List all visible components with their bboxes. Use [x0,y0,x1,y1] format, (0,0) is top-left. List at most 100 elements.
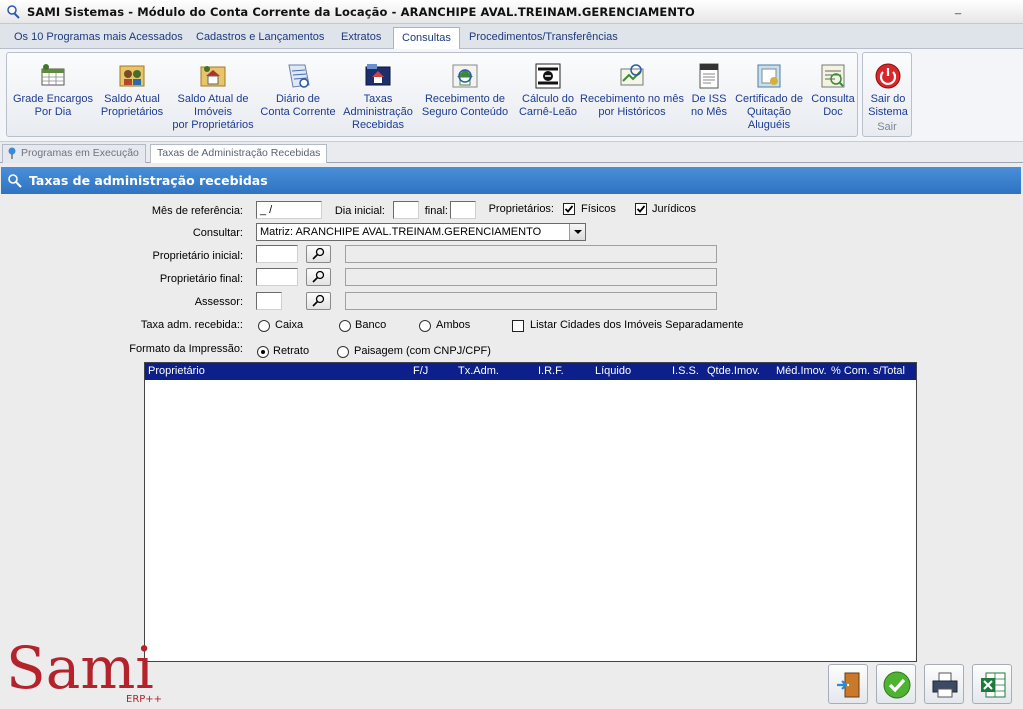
panel-header: Taxas de administração recebidas [1,167,1021,194]
minimize-button[interactable]: _ [951,4,965,18]
ribbon-label: Saldo Atual de [177,93,249,105]
exit-button[interactable] [828,664,868,704]
proprietario-inicial-label: Proprietário inicial: [152,250,243,262]
menu-tab-extratos[interactable]: Extratos [333,27,389,49]
insurance-icon [452,64,478,88]
dia-final-input[interactable] [450,201,476,219]
col-med-imov[interactable]: Méd.Imov. [776,365,827,377]
ribbon-button-diario[interactable]: Diário de Conta Corrente [259,61,337,119]
col-proprietario[interactable]: Proprietário [148,365,205,377]
col-fj[interactable]: F/J [413,365,428,377]
assessor-input[interactable] [256,292,282,310]
magnifier-icon [312,247,325,260]
ribbon-label: Conta Corrente [260,106,336,118]
menu-tab-procedimentos[interactable]: Procedimentos/Transferências [461,27,626,49]
fisicos-checkbox[interactable] [563,203,575,215]
owners-balance-icon [119,65,145,87]
menu-tab-cadastros[interactable]: Cadastros e Lançamentos [188,27,332,49]
proprietarios-label: Proprietários: [488,203,554,215]
certificate-icon [757,64,781,88]
ribbon-button-recebimento-mes[interactable]: Recebimento no mês por Históricos [577,61,687,119]
excel-icon [981,672,1006,698]
proprietario-inicial-lookup-button[interactable] [306,245,331,263]
export-excel-button[interactable] [972,664,1012,704]
col-com-total[interactable]: % Com. s/Total [831,365,905,377]
ribbon-group-sair: Sair do Sistema Sair [862,52,912,137]
ribbon-label: De ISS [691,93,727,105]
ribbon-label: Quitação [746,106,792,118]
mes-referencia-input[interactable]: _ / [256,201,322,219]
exit-system-button[interactable]: Sair do Sistema [865,61,911,119]
ribbon-button-saldo-imoveis[interactable]: Saldo Atual de Imóveis por Proprietários [167,61,259,132]
menu-tab-top10[interactable]: Os 10 Programas mais Acessados [6,27,191,49]
proprietario-final-input[interactable] [256,268,298,286]
dia-final-label: final: [424,205,448,217]
ribbon-label: Doc [823,106,843,118]
printer-icon [932,672,958,698]
title-bar: SAMI Sistemas - Módulo do Conta Corrente… [0,0,1023,24]
monthly-receipts-icon [620,64,644,86]
sami-logo: Sami ERP++ [6,636,162,705]
doc-query-icon [821,64,845,88]
menu-tab-consultas[interactable]: Consultas [393,27,460,49]
ribbon-label: Saldo Atual [104,93,160,105]
banco-radio[interactable] [339,320,351,332]
consultar-select[interactable]: Matriz: ARANCHIPE AVAL.TREINAM.GERENCIAM… [256,223,586,241]
confirm-button[interactable] [876,664,916,704]
paisagem-label: Paisagem (com CNPJ/CPF) [354,345,491,357]
ribbon-button-carne-leao[interactable]: Cálculo do Carnê-Leão [511,61,585,119]
col-irf[interactable]: I.R.F. [538,365,564,377]
property-balance-icon [200,66,226,87]
ribbon-label: Diário de [275,93,321,105]
ribbon-button-saldo-proprietarios[interactable]: Saldo Atual Proprietários [95,61,169,119]
taxa-recebida-label: Taxa adm. recebida:: [140,319,243,331]
fisicos-label: Físicos [581,203,616,215]
ribbon-button-iss[interactable]: De ISS no Mês [685,61,733,119]
caixa-radio[interactable] [258,320,270,332]
ribbon-button-grade-encargos[interactable]: Grade Encargos Por Dia [9,61,97,119]
col-qtde-imov[interactable]: Qtde.Imov. [707,365,760,377]
grid-charges-icon [41,64,65,86]
ribbon-label: Carnê-Leão [518,106,578,118]
tab-taxas-administracao[interactable]: Taxas de Administração Recebidas [150,144,328,163]
col-iss[interactable]: I.S.S. [672,365,699,377]
tab-programas-em-execucao[interactable]: Programas em Execução [2,144,146,163]
mes-referencia-label: Mês de referência: [151,205,243,217]
assessor-lookup-button[interactable] [306,292,331,310]
ribbon-label: Aluguéis [747,119,791,131]
juridicos-checkbox[interactable] [635,203,647,215]
ribbon-button-taxas-administracao[interactable]: Taxas Administração Recebidas [341,61,415,132]
ribbon-label: Cálculo do [522,93,574,105]
ribbon-label: Recebimento de [424,93,506,105]
ribbon-label: Por Dia [34,106,72,118]
col-txadm[interactable]: Tx.Adm. [458,365,499,377]
admin-fees-icon [365,64,391,86]
caixa-label: Caixa [275,319,304,331]
paisagem-radio[interactable] [337,346,349,358]
ribbon-button-certificado[interactable]: Certificado de Quitação Aluguéis [731,61,807,132]
retrato-radio[interactable] [257,346,269,358]
results-grid[interactable]: Proprietário F/J Tx.Adm. I.R.F. Líquido … [144,362,917,662]
dia-inicial-label: Dia inicial: [334,205,385,217]
dia-inicial-input[interactable] [393,201,419,219]
ribbon-label: Sistema [868,106,908,118]
formato-impressao-label: Formato da Impressão: [129,343,243,355]
consultar-value: Matriz: ARANCHIPE AVAL.TREINAM.GERENCIAM… [260,226,542,238]
sami-app-icon [7,4,20,19]
chevron-down-icon[interactable] [569,224,585,240]
ribbon: Grade Encargos Por Dia Saldo Atual Propr… [0,49,1023,142]
ribbon-button-consulta-doc[interactable]: Consulta Doc [807,61,859,119]
proprietario-inicial-input[interactable] [256,245,298,263]
col-liquido[interactable]: Líquido [595,365,631,377]
ribbon-label: Recebimento no mês [580,93,684,105]
proprietario-final-lookup-button[interactable] [306,268,331,286]
logo-text: Sami [6,636,154,702]
ambos-radio[interactable] [419,320,431,332]
logo-subtext: ERP++ [126,694,162,705]
print-button[interactable] [924,664,964,704]
ribbon-button-seguro-conteudo[interactable]: Recebimento de Seguro Conteúdo [419,61,511,119]
assessor-name [345,292,717,310]
magnifier-icon [312,294,325,307]
check-mark-icon [636,205,646,213]
listar-cidades-checkbox[interactable] [512,320,524,332]
